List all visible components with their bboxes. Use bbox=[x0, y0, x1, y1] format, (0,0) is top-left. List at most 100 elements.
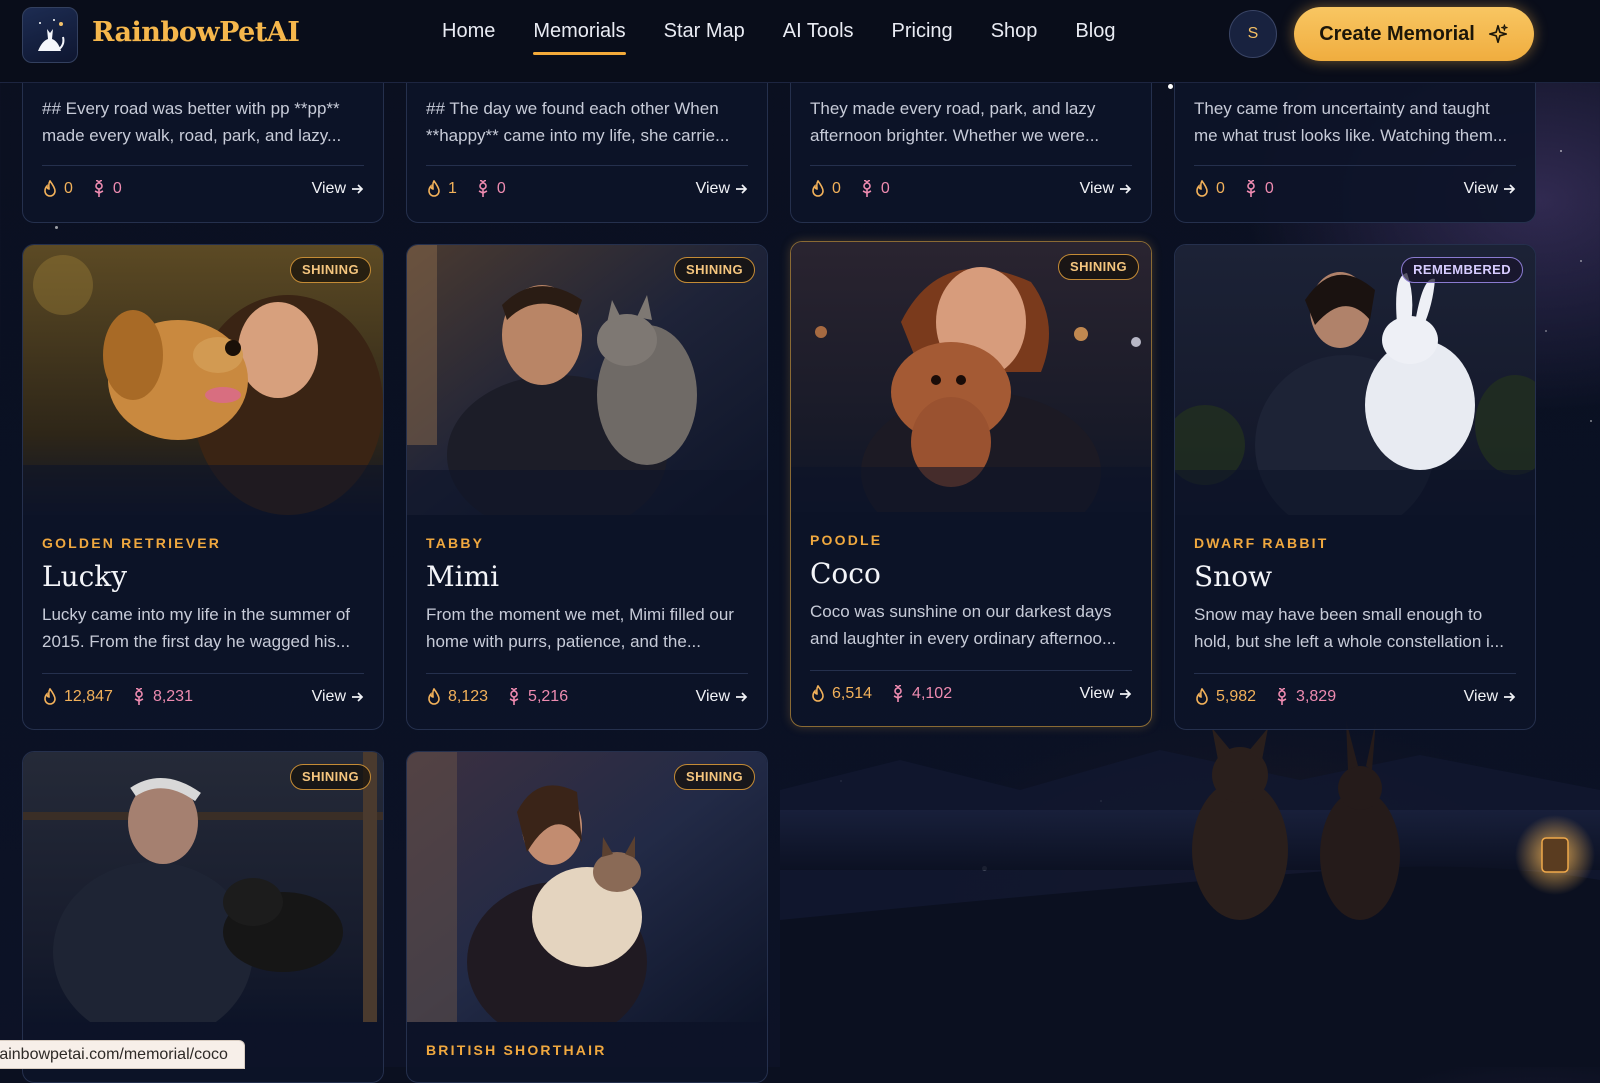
nav-memorials[interactable]: Memorials bbox=[533, 20, 626, 57]
flower-count: 0 bbox=[91, 180, 122, 198]
view-memorial-link[interactable]: View bbox=[312, 688, 364, 706]
pet-breed: TABBY bbox=[426, 535, 485, 551]
view-memorial-link[interactable]: View bbox=[1464, 688, 1516, 706]
pet-photo bbox=[1175, 245, 1535, 515]
status-badge: SHINING bbox=[290, 257, 371, 283]
candle-count: 8,123 bbox=[426, 688, 488, 706]
view-memorial-link[interactable]: View bbox=[696, 688, 748, 706]
nav-star-map[interactable]: Star Map bbox=[664, 20, 745, 57]
memorial-card-snow[interactable]: REMEMBERED DWARF RABBIT Snow Snow may ha… bbox=[1174, 244, 1536, 730]
user-avatar-button[interactable]: S bbox=[1229, 10, 1277, 58]
memorial-stats: 12,847 8,231 bbox=[42, 688, 211, 706]
memorial-card-lucky[interactable]: SHINING GOLDEN RETRIEVER Lucky Lucky cam… bbox=[22, 244, 384, 730]
view-memorial-link[interactable]: View bbox=[1464, 180, 1516, 198]
flower-count: 0 bbox=[859, 180, 890, 198]
candle-count: 1 bbox=[426, 180, 457, 198]
flower-icon bbox=[893, 685, 903, 702]
memorial-card[interactable]: SHINING BRITISH SHORTHAIR bbox=[406, 751, 768, 1083]
memorial-stats: 6,514 4,102 bbox=[810, 685, 970, 703]
arrow-right-icon bbox=[736, 692, 748, 702]
card-divider bbox=[426, 165, 748, 166]
flower-count: 8,231 bbox=[131, 688, 193, 706]
memorial-stats: 0 0 bbox=[810, 180, 908, 198]
nav-ai-tools[interactable]: AI Tools bbox=[783, 20, 854, 57]
arrow-right-icon bbox=[352, 184, 364, 194]
memorial-stats: 5,982 3,829 bbox=[1194, 688, 1354, 706]
memorial-stats: 0 0 bbox=[1194, 180, 1292, 198]
sparkle-icon bbox=[1488, 24, 1508, 44]
card-divider bbox=[426, 673, 748, 674]
pet-breed: BRITISH SHORTHAIR bbox=[426, 1042, 607, 1058]
status-badge: SHINING bbox=[674, 764, 755, 790]
arrow-right-icon bbox=[1120, 184, 1132, 194]
memorial-excerpt: Coco was sunshine on our darkest days an… bbox=[810, 602, 1117, 648]
pet-photo bbox=[23, 245, 383, 515]
memorial-excerpt: ## Every road was better with pp **pp** … bbox=[42, 99, 342, 145]
night-landscape-background bbox=[780, 720, 1600, 1067]
candle-flame-icon bbox=[44, 688, 56, 705]
candle-count: 6,514 bbox=[810, 685, 872, 703]
candle-flame-icon bbox=[428, 688, 440, 705]
status-badge: SHINING bbox=[674, 257, 755, 283]
pet-breed: DWARF RABBIT bbox=[1194, 535, 1329, 551]
candle-flame-icon bbox=[812, 685, 824, 702]
arrow-right-icon bbox=[736, 184, 748, 194]
memorial-excerpt: Snow may have been small enough to hold,… bbox=[1194, 605, 1504, 651]
candle-flame-icon bbox=[1196, 688, 1208, 705]
brand-name[interactable]: RainbowPetAI bbox=[92, 17, 300, 48]
memorial-card[interactable]: SHINING bbox=[22, 751, 384, 1083]
create-memorial-label: Create Memorial bbox=[1319, 22, 1475, 45]
card-divider bbox=[42, 673, 364, 674]
pet-name: Lucky bbox=[42, 560, 128, 593]
flower-count: 0 bbox=[1243, 180, 1274, 198]
top-navigation-bar: RainbowPetAI Home Memorials Star Map AI … bbox=[0, 0, 1600, 83]
candle-count: 5,982 bbox=[1194, 688, 1256, 706]
status-badge: SHINING bbox=[290, 764, 371, 790]
brand-logo[interactable] bbox=[22, 7, 78, 63]
flower-icon bbox=[1277, 688, 1287, 705]
flower-icon bbox=[1246, 180, 1256, 197]
candle-flame-icon bbox=[1196, 180, 1208, 197]
link-preview-status-bar: rainbowpetai.com/memorial/coco bbox=[0, 1040, 245, 1069]
card-divider bbox=[810, 165, 1132, 166]
arrow-right-icon bbox=[1504, 692, 1516, 702]
flower-icon bbox=[94, 180, 104, 197]
flower-icon bbox=[862, 180, 872, 197]
candle-count: 0 bbox=[810, 180, 841, 198]
nav-home[interactable]: Home bbox=[442, 20, 495, 57]
view-memorial-link[interactable]: View bbox=[696, 180, 748, 198]
flower-count: 0 bbox=[475, 180, 506, 198]
candle-count: 12,847 bbox=[42, 688, 113, 706]
pet-name: Coco bbox=[810, 557, 881, 590]
flower-count: 3,829 bbox=[1274, 688, 1336, 706]
card-divider bbox=[1194, 165, 1516, 166]
nav-pricing[interactable]: Pricing bbox=[892, 20, 953, 57]
pet-breed: GOLDEN RETRIEVER bbox=[42, 535, 222, 551]
memorial-excerpt: They made every road, park, and lazy aft… bbox=[810, 99, 1100, 145]
view-memorial-link[interactable]: View bbox=[312, 180, 364, 198]
nav-shop[interactable]: Shop bbox=[991, 20, 1038, 57]
view-memorial-link[interactable]: View bbox=[1080, 685, 1132, 703]
candle-flame-icon bbox=[44, 180, 56, 197]
memorial-stats: 0 0 bbox=[42, 180, 140, 198]
create-memorial-button[interactable]: Create Memorial bbox=[1294, 7, 1534, 61]
arrow-right-icon bbox=[1504, 184, 1516, 194]
pet-breed: POODLE bbox=[810, 532, 883, 548]
pet-name: Snow bbox=[1194, 560, 1273, 593]
card-divider bbox=[810, 670, 1132, 671]
flower-icon bbox=[134, 688, 144, 705]
view-memorial-link[interactable]: View bbox=[1080, 180, 1132, 198]
status-badge: REMEMBERED bbox=[1401, 257, 1523, 283]
memorial-excerpt: From the moment we met, Mimi filled our … bbox=[426, 605, 734, 651]
memorial-card-mimi[interactable]: SHINING TABBY Mimi From the moment we me… bbox=[406, 244, 768, 730]
memorial-stats: 1 0 bbox=[426, 180, 524, 198]
memorial-excerpt: They came from uncertainty and taught me… bbox=[1194, 99, 1508, 145]
pet-photo bbox=[407, 752, 767, 1022]
status-badge: SHINING bbox=[1058, 254, 1139, 280]
memorial-excerpt: Lucky came into my life in the summer of… bbox=[42, 605, 351, 651]
arrow-right-icon bbox=[1120, 689, 1132, 699]
memorial-card-coco[interactable]: SHINING POODLE Coco Coco was sunshine on… bbox=[790, 241, 1152, 727]
nav-blog[interactable]: Blog bbox=[1075, 20, 1115, 57]
candle-flame-icon bbox=[812, 180, 824, 197]
candle-count: 0 bbox=[1194, 180, 1225, 198]
